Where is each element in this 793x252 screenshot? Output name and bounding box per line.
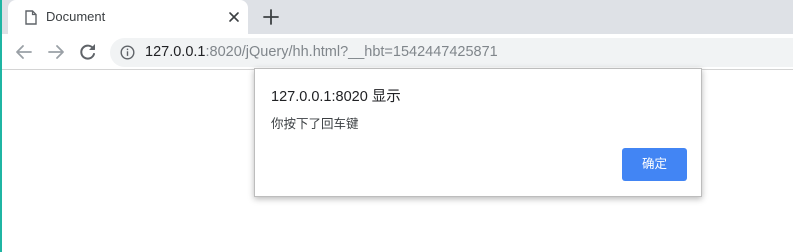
tab-title: Document: [46, 9, 106, 24]
info-icon[interactable]: [120, 45, 135, 60]
toolbar: 127.0.0.1:8020/jQuery/hh.html?__hbt=1542…: [0, 34, 793, 70]
document-icon: [25, 10, 37, 25]
tab-strip: Document: [0, 0, 793, 34]
arrow-left-icon[interactable]: [13, 41, 35, 63]
dialog-message: 你按下了回车键: [271, 117, 359, 131]
close-icon[interactable]: [226, 9, 242, 25]
window-edge: [0, 0, 2, 252]
url-host: 127.0.0.1: [145, 44, 206, 60]
tab-document[interactable]: Document: [8, 0, 248, 34]
browser-window: Document 127.0.0.1:8020/jQuery/hh.html?_…: [0, 0, 793, 252]
alert-dialog: 127.0.0.1:8020 显示 你按下了回车键 确定: [254, 68, 702, 197]
url-path: :8020/jQuery/hh.html?__hbt=1542447425871: [205, 44, 498, 60]
arrow-right-icon[interactable]: [45, 41, 67, 63]
address-bar[interactable]: 127.0.0.1:8020/jQuery/hh.html?__hbt=1542…: [110, 38, 793, 67]
ok-button[interactable]: 确定: [622, 148, 687, 181]
url-text[interactable]: 127.0.0.1:8020/jQuery/hh.html?__hbt=1542…: [145, 44, 498, 61]
dialog-title: 127.0.0.1:8020 显示: [271, 89, 401, 105]
plus-icon[interactable]: [261, 7, 281, 27]
reload-icon[interactable]: [77, 41, 99, 63]
